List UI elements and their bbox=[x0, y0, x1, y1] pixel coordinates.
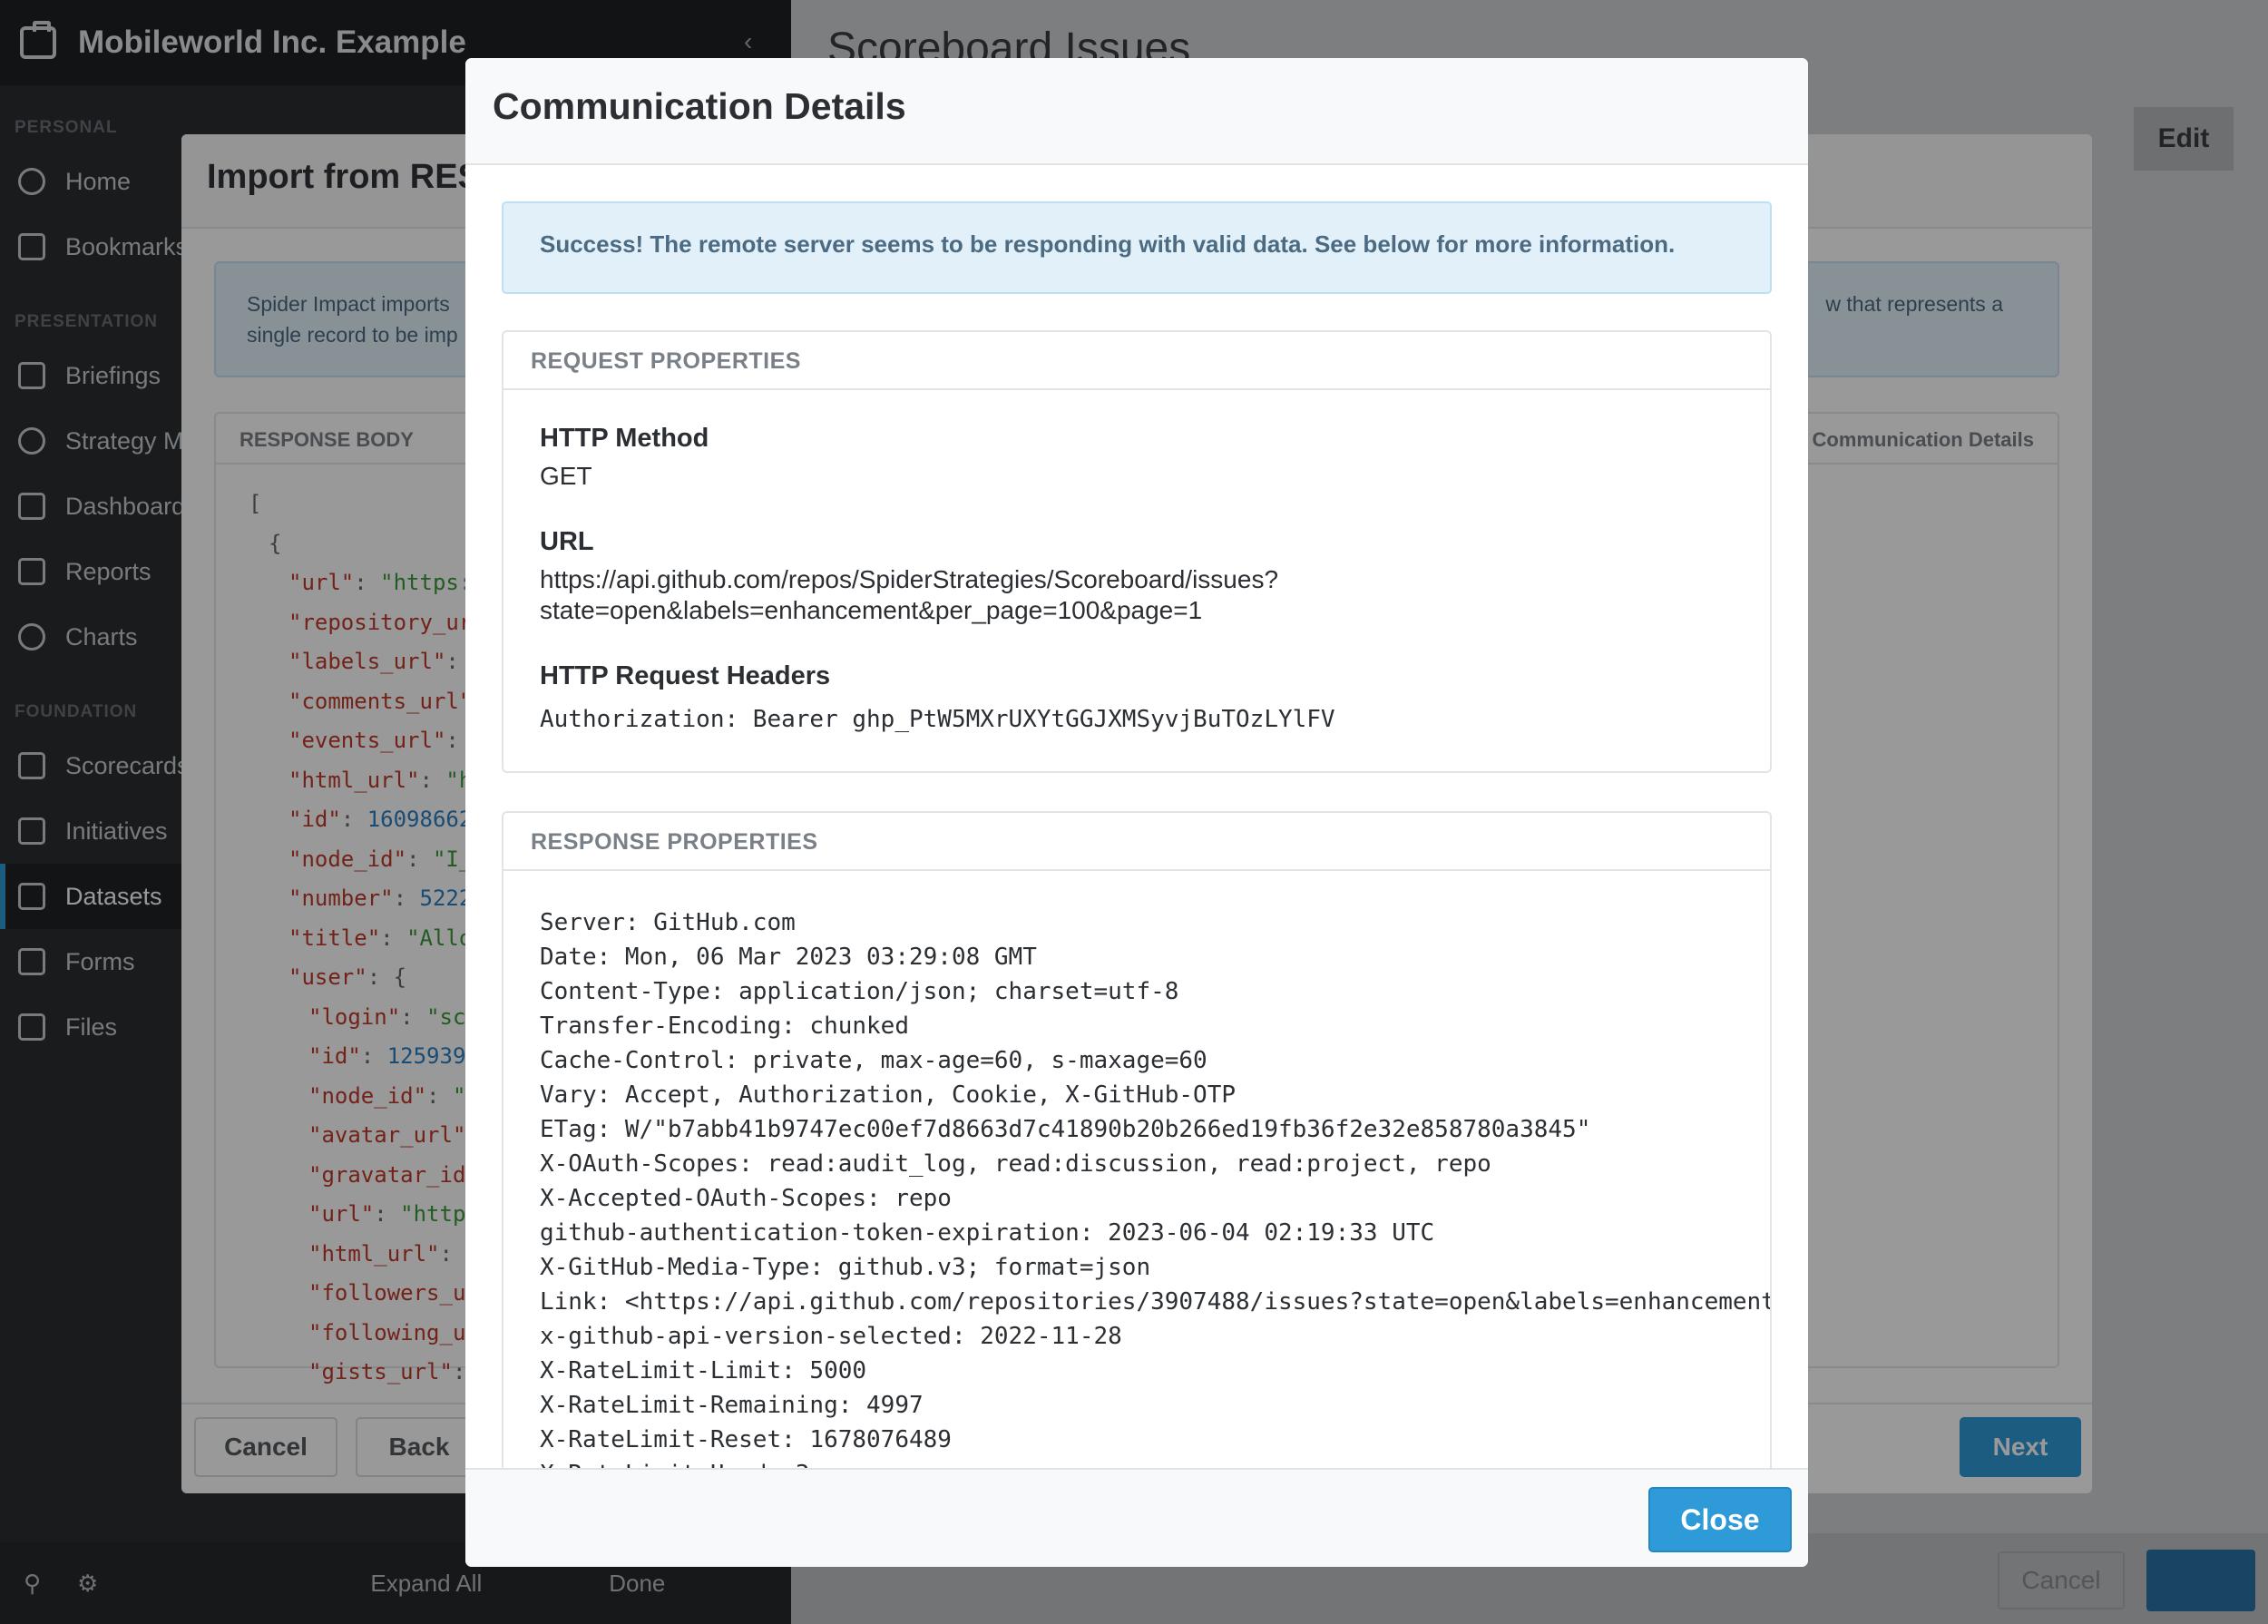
url-group: URL https://api.github.com/repos/SpiderS… bbox=[540, 524, 1734, 626]
response-header-line: Vary: Accept, Authorization, Cookie, X-G… bbox=[540, 1081, 1237, 1109]
response-header-line: X-GitHub-Media-Type: github.v3; format=j… bbox=[540, 1254, 1151, 1281]
response-header-line: Cache-Control: private, max-age=60, s-ma… bbox=[540, 1047, 1207, 1074]
response-header-line: Content-Type: application/json; charset=… bbox=[540, 978, 1179, 1005]
response-header-line: Date: Mon, 06 Mar 2023 03:29:08 GMT bbox=[540, 944, 1037, 971]
request-properties-header: REQUEST PROPERTIES bbox=[503, 332, 1770, 390]
request-properties-card: REQUEST PROPERTIES HTTP Method GET URL h… bbox=[502, 330, 1772, 773]
response-header-line: X-RateLimit-Remaining: 4997 bbox=[540, 1392, 924, 1419]
response-header-line: X-RateLimit-Reset: 1678076489 bbox=[540, 1426, 952, 1453]
response-properties-card: RESPONSE PROPERTIES Server: GitHub.com Da… bbox=[502, 811, 1772, 1501]
modal-title: Communication Details bbox=[465, 58, 1808, 165]
communication-details-modal: Communication Details Success! The remot… bbox=[465, 58, 1808, 1567]
request-headers-value: Authorization: Bearer ghp_PtW5MXrUXYtGGJ… bbox=[540, 706, 1335, 733]
request-headers-label: HTTP Request Headers bbox=[540, 661, 831, 690]
http-method-group: HTTP Method GET bbox=[540, 421, 1734, 492]
response-header-line: ETag: W/"b7abb41b9747ec00ef7d8663d7c4189… bbox=[540, 1116, 1591, 1143]
response-header-line: github-authentication-token-expiration: … bbox=[540, 1219, 1435, 1247]
modal-footer bbox=[465, 1468, 1808, 1567]
close-button[interactable]: Close bbox=[1648, 1487, 1792, 1552]
response-header-line: Transfer-Encoding: chunked bbox=[540, 1013, 909, 1040]
success-alert: Success! The remote server seems to be r… bbox=[502, 201, 1772, 294]
url-value-line2: state=open&labels=enhancement&per_page=1… bbox=[540, 596, 1203, 624]
response-header-line: X-RateLimit-Limit: 5000 bbox=[540, 1357, 867, 1384]
http-method-value: GET bbox=[540, 462, 592, 490]
url-value-line1: https://api.github.com/repos/SpiderStrat… bbox=[540, 565, 1279, 593]
response-header-line: Server: GitHub.com bbox=[540, 909, 796, 936]
http-method-label: HTTP Method bbox=[540, 424, 709, 453]
response-headers-list[interactable]: Server: GitHub.com Date: Mon, 06 Mar 2023… bbox=[503, 871, 1770, 1492]
url-label: URL bbox=[540, 527, 594, 556]
response-header-line: X-Accepted-OAuth-Scopes: repo bbox=[540, 1185, 952, 1212]
response-header-line: x-github-api-version-selected: 2022-11-2… bbox=[540, 1323, 1122, 1350]
request-headers-group: HTTP Request Headers Authorization: Bear… bbox=[540, 659, 1734, 735]
response-properties-header: RESPONSE PROPERTIES bbox=[503, 813, 1770, 871]
response-header-line: Link: <https://api.github.com/repositori… bbox=[540, 1288, 1772, 1316]
response-header-line: X-OAuth-Scopes: read:audit_log, read:dis… bbox=[540, 1150, 1491, 1178]
